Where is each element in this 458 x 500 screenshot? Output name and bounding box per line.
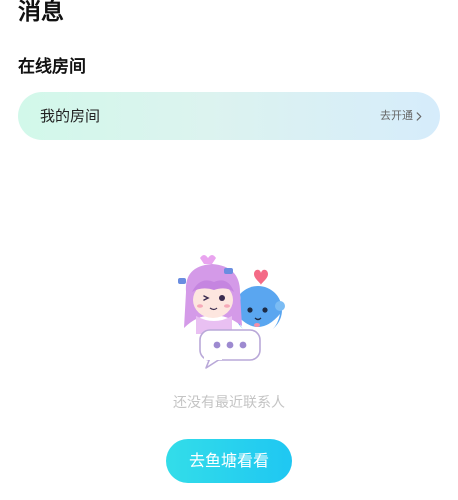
chevron-right-icon bbox=[416, 111, 422, 121]
activate-room-link[interactable]: 去开通 bbox=[380, 108, 422, 124]
my-room-label: 我的房间 bbox=[40, 107, 101, 125]
empty-chat-illustration bbox=[178, 255, 285, 369]
my-room-card[interactable]: 我的房间 去开通 bbox=[18, 92, 440, 140]
chat-bubble-icon bbox=[199, 329, 261, 369]
girl-mascot bbox=[178, 255, 242, 334]
empty-state-message: 还没有最近联系人 bbox=[173, 395, 285, 411]
visit-fishpond-button[interactable]: 去鱼塘看看 bbox=[166, 439, 292, 483]
activate-room-label: 去开通 bbox=[380, 109, 413, 122]
section-title-online-rooms: 在线房间 bbox=[18, 57, 86, 77]
page-title: 消息 bbox=[18, 0, 64, 25]
heart-icon bbox=[254, 269, 268, 285]
